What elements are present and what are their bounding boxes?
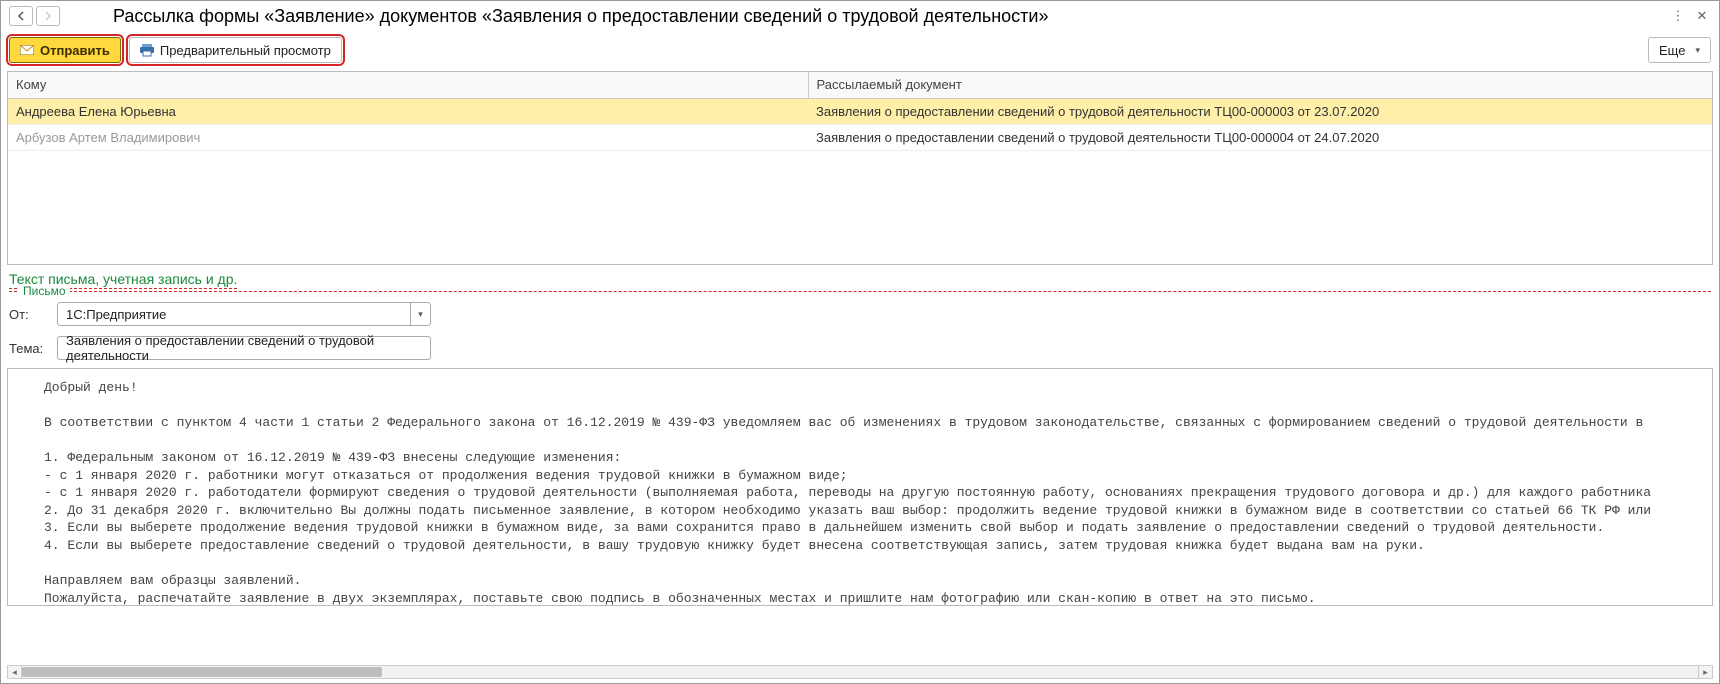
scroll-left-button[interactable]: ◂ — [8, 666, 22, 678]
col-header-doc[interactable]: Рассылаемый документ — [808, 72, 1712, 98]
preview-button[interactable]: Предварительный просмотр — [129, 37, 342, 63]
send-button-label: Отправить — [40, 43, 110, 58]
subject-label: Тема: — [9, 341, 51, 356]
preview-button-label: Предварительный просмотр — [160, 43, 331, 58]
from-select[interactable]: 1С:Предприятие ▾ — [57, 302, 431, 326]
col-header-to[interactable]: Кому — [8, 72, 808, 98]
cell-to: Андреева Елена Юрьевна — [8, 98, 808, 124]
cell-to: Арбузов Артем Владимирович — [8, 124, 808, 150]
cell-doc: Заявления о предоставлении сведений о тр… — [808, 124, 1712, 150]
close-icon[interactable]: ✕ — [1693, 7, 1711, 25]
from-dropdown-button[interactable]: ▾ — [410, 303, 430, 325]
horizontal-scrollbar[interactable]: ◂ ▸ — [7, 665, 1713, 679]
subject-row: Тема: Заявления о предоставлении сведени… — [9, 336, 1711, 360]
table-row[interactable]: Андреева Елена Юрьевна Заявления о предо… — [8, 98, 1712, 124]
app-window: Рассылка формы «Заявление» документов «З… — [0, 0, 1720, 684]
arrow-left-icon — [16, 11, 26, 21]
email-body-editor[interactable]: Добрый день! В соответствии с пунктом 4 … — [7, 368, 1713, 606]
nav-forward-button[interactable] — [36, 6, 60, 26]
group-legend: Письмо — [19, 284, 70, 298]
email-group: Письмо От: 1С:Предприятие ▾ Тема: Заявле… — [9, 291, 1711, 360]
arrow-right-icon — [43, 11, 53, 21]
subject-input[interactable]: Заявления о предоставлении сведений о тр… — [57, 336, 431, 360]
menu-kebab-icon[interactable]: ⋮ — [1669, 7, 1687, 25]
recipients-table[interactable]: Кому Рассылаемый документ Андреева Елена… — [7, 71, 1713, 265]
more-button-label: Еще — [1659, 43, 1685, 58]
cell-doc: Заявления о предоставлении сведений о тр… — [808, 98, 1712, 124]
table-row[interactable]: Арбузов Артем Владимирович Заявления о п… — [8, 124, 1712, 150]
page-title: Рассылка формы «Заявление» документов «З… — [113, 6, 1663, 27]
chevron-down-icon: ▾ — [418, 309, 423, 320]
subject-value: Заявления о предоставлении сведений о тр… — [66, 333, 422, 363]
more-button[interactable]: Еще ▾ — [1648, 37, 1711, 63]
titlebar: Рассылка формы «Заявление» документов «З… — [1, 1, 1719, 31]
toolbar: Отправить Предварительный просмотр Еще ▾ — [1, 31, 1719, 69]
from-label: От: — [9, 307, 51, 322]
mail-icon — [20, 45, 34, 55]
expander-link-row: Текст письма, учетная запись и др. — [9, 271, 1711, 287]
from-value: 1С:Предприятие — [58, 307, 410, 322]
from-row: От: 1С:Предприятие ▾ — [9, 302, 1711, 326]
scroll-right-button[interactable]: ▸ — [1698, 666, 1712, 678]
print-icon — [140, 44, 154, 57]
nav-back-button[interactable] — [9, 6, 33, 26]
scroll-thumb[interactable] — [22, 667, 382, 677]
email-body-text: Добрый день! В соответствии с пунктом 4 … — [8, 369, 1712, 606]
chevron-down-icon: ▾ — [1695, 45, 1700, 56]
send-button[interactable]: Отправить — [9, 37, 121, 63]
